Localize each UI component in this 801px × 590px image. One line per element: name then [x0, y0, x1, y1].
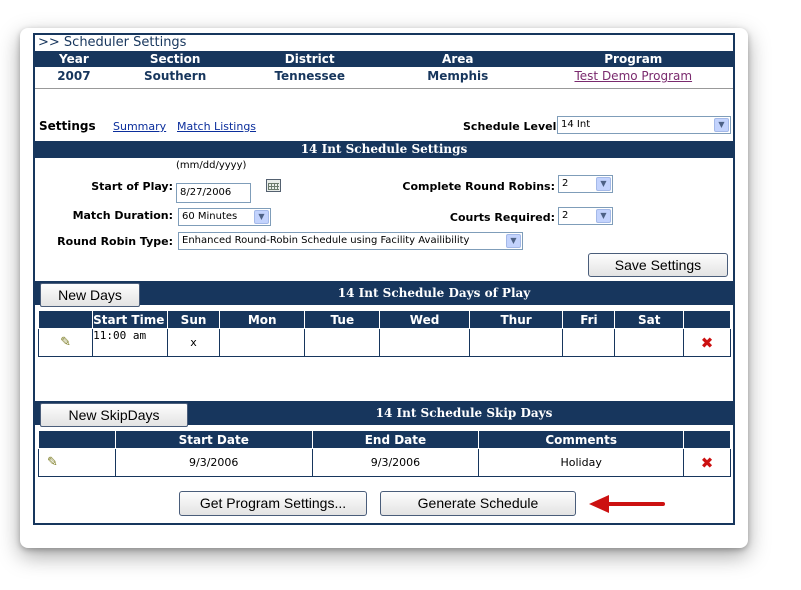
generate-schedule-button[interactable]: Generate Schedule [380, 491, 576, 516]
col-section: Section [149, 52, 201, 66]
skip-col-comments: Comments [478, 430, 685, 449]
pencil-icon[interactable]: ✎ [60, 335, 71, 350]
header-values: 2007 Southern Tennessee Memphis Test Dem… [35, 67, 733, 89]
days-col-fri: Fri [562, 310, 616, 329]
days-col-sun: Sun [167, 310, 221, 329]
mon-cell [219, 328, 306, 357]
days-col-thur: Thur [468, 310, 564, 329]
delete-icon[interactable]: ✖ [701, 334, 714, 352]
skip-end-date-cell: 9/3/2006 [311, 448, 480, 477]
tab-settings[interactable]: Settings [39, 119, 96, 133]
skipdays-title-text: 14 Int Schedule Skip Days [375, 406, 553, 420]
year-value: 2007 [57, 69, 91, 83]
page-title: >> Scheduler Settings [38, 35, 187, 50]
col-area: Area [442, 52, 474, 66]
get-program-settings-button[interactable]: Get Program Settings... [179, 491, 367, 516]
days-col-wed: Wed [379, 310, 470, 329]
days-header-row: Start Time Sun Mon Tue Wed Thur Fri Sat [37, 310, 731, 329]
skip-comments-cell: Holiday [478, 448, 685, 477]
days-col-mon: Mon [219, 310, 306, 329]
wed-cell [379, 328, 470, 357]
chevron-down-icon: ▼ [596, 177, 611, 191]
district-value: Tennessee [274, 69, 345, 83]
section-value: Southern [143, 69, 207, 83]
skipdays-table: Start Date End Date Comments ✎ 9/3/2006 … [38, 430, 731, 477]
tab-match-listings[interactable]: Match Listings [177, 120, 256, 133]
col-program: Program [604, 52, 663, 66]
tue-cell [304, 328, 381, 357]
col-district: District [284, 52, 335, 66]
skip-col-start-date: Start Date [114, 430, 313, 449]
courts-required-value: 2 [562, 210, 569, 221]
col-year: Year [59, 52, 89, 66]
match-duration-value: 60 Minutes [182, 211, 238, 222]
days-title-text: 14 Int Schedule Days of Play [337, 286, 531, 300]
sat-cell [614, 328, 685, 357]
complete-round-robins-value: 2 [562, 178, 569, 189]
scheduler-panel: >> Scheduler Settings Year Section Distr… [33, 33, 735, 525]
days-col-tue: Tue [304, 310, 381, 329]
match-duration-label: Match Duration: [72, 209, 173, 222]
start-of-play-input[interactable]: 8/27/2006 [176, 183, 251, 203]
skip-col-end-date: End Date [311, 430, 480, 449]
chevron-down-icon: ▼ [254, 210, 269, 224]
save-settings-button[interactable]: Save Settings [588, 253, 728, 277]
days-col-start-time: Start Time [92, 310, 169, 329]
delete-icon[interactable]: ✖ [701, 454, 714, 472]
table-row: ✎ 9/3/2006 9/3/2006 Holiday ✖ [38, 448, 731, 477]
round-robin-type-value: Enhanced Round-Robin Schedule using Faci… [182, 235, 470, 246]
date-format-hint: (mm/dd/yyyy) [176, 160, 247, 171]
days-table: Start Time Sun Mon Tue Wed Thur Fri Sat … [37, 310, 731, 357]
header-columns: Year Section District Area Program [35, 51, 733, 67]
area-value: Memphis [427, 69, 489, 83]
chevron-down-icon: ▼ [506, 234, 521, 248]
round-robin-type-label: Round Robin Type: [57, 235, 173, 248]
schedule-level-label: Schedule Level: [463, 120, 561, 133]
new-days-button[interactable]: New Days [40, 283, 140, 307]
start-of-play-label: Start of Play: [91, 180, 173, 193]
complete-round-robins-select[interactable]: 2 ▼ [558, 175, 613, 193]
round-robin-type-select[interactable]: Enhanced Round-Robin Schedule using Faci… [178, 232, 523, 250]
complete-round-robins-label: Complete Round Robins: [402, 180, 555, 193]
match-duration-select[interactable]: 60 Minutes ▼ [178, 208, 271, 226]
tab-bar: Settings Summary Match Listings Schedule… [35, 115, 733, 139]
days-col-edit [37, 310, 94, 329]
chevron-down-icon: ▼ [596, 209, 611, 223]
new-skipdays-button[interactable]: New SkipDays [40, 403, 188, 427]
skip-col-edit [38, 430, 116, 449]
settings-title: 14 Int Schedule Settings [35, 141, 733, 158]
red-arrow-annotation [589, 495, 665, 513]
table-row: ✎ 11:00 am x ✖ [37, 328, 731, 357]
tab-summary[interactable]: Summary [113, 120, 166, 133]
skip-start-date-cell: 9/3/2006 [114, 448, 313, 477]
start-time-cell: 11:00 am [92, 328, 169, 357]
courts-required-select[interactable]: 2 ▼ [558, 207, 613, 225]
sun-cell: x [167, 328, 221, 357]
program-link[interactable]: Test Demo Program [575, 69, 693, 83]
fri-cell [562, 328, 616, 357]
chevron-down-icon: ▼ [714, 118, 729, 132]
days-col-delete [683, 310, 731, 329]
thur-cell [468, 328, 564, 357]
calendar-icon[interactable] [266, 179, 281, 192]
pencil-icon[interactable]: ✎ [47, 455, 58, 470]
skipdays-header-row: Start Date End Date Comments [38, 430, 731, 449]
skip-col-delete [683, 430, 731, 449]
schedule-level-value: 14 Int [561, 119, 591, 130]
days-col-sat: Sat [614, 310, 685, 329]
schedule-level-select[interactable]: 14 Int ▼ [557, 116, 731, 134]
courts-required-label: Courts Required: [449, 211, 555, 224]
